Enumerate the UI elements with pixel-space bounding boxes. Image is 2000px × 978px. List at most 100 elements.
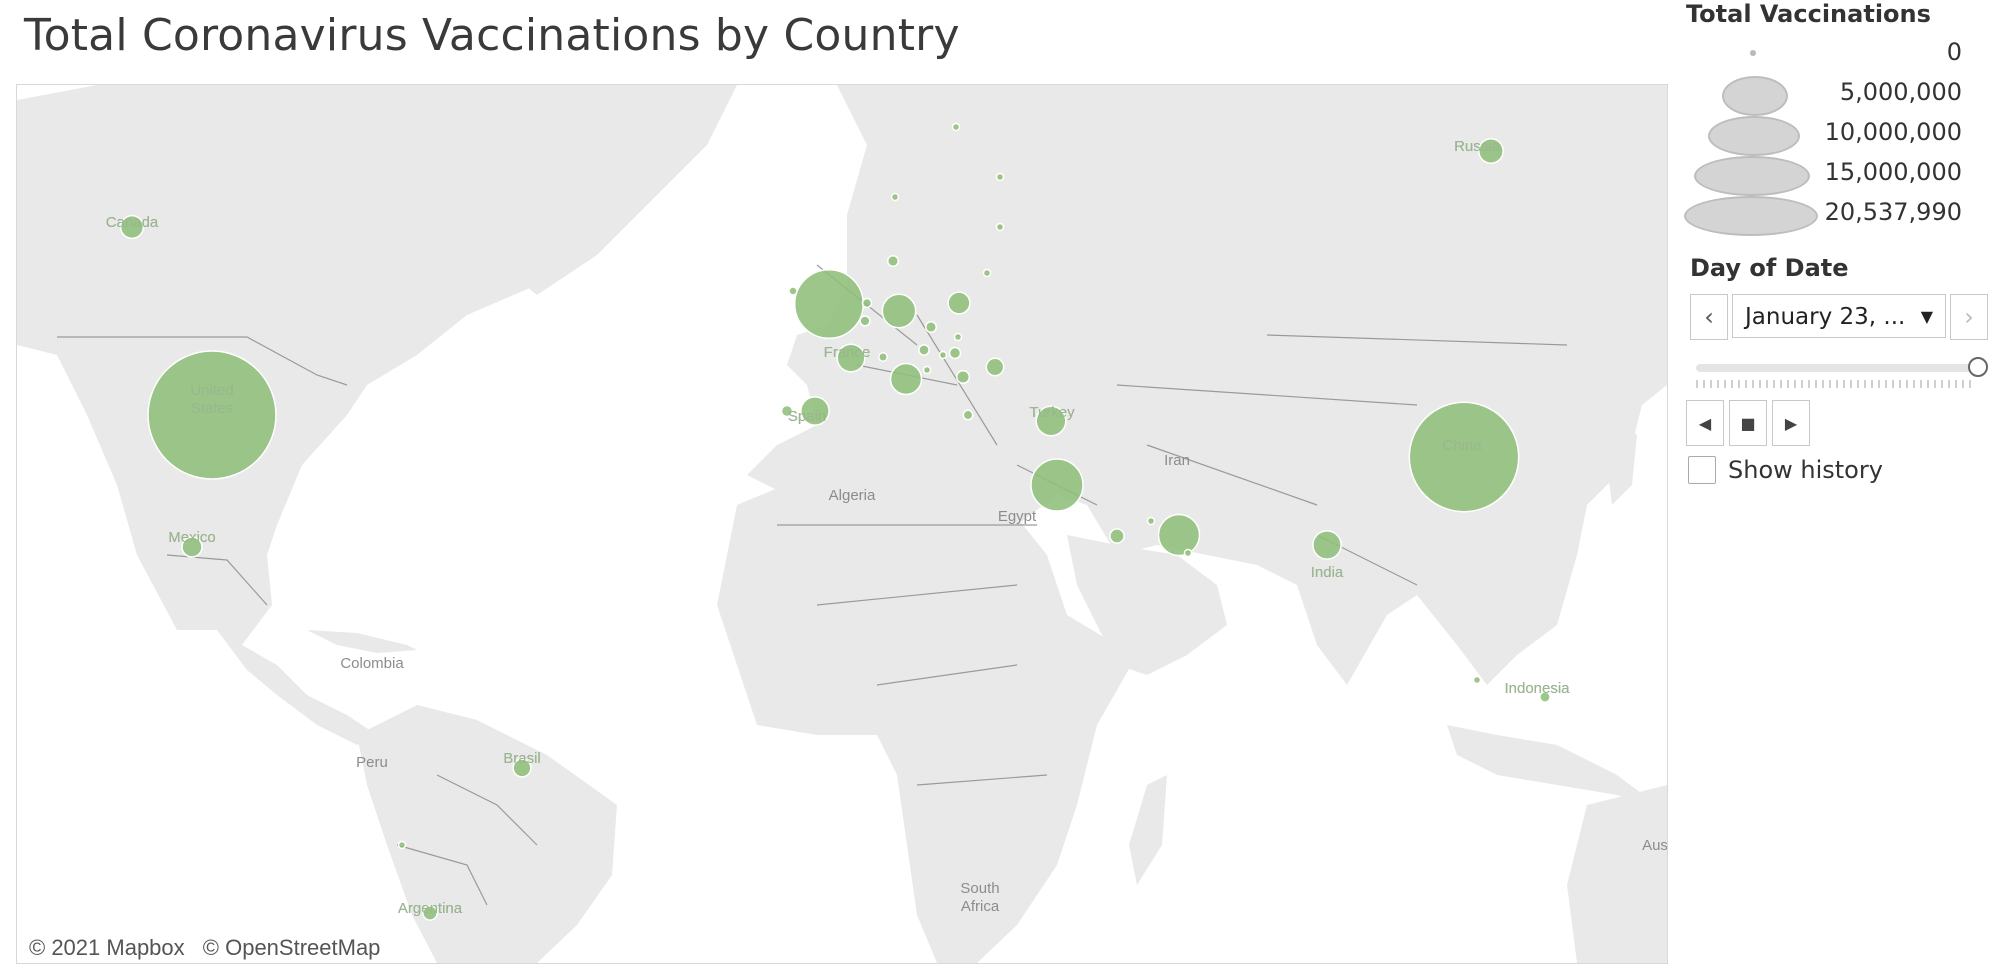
map-label-overlay-brasil: Brasil [503, 750, 541, 767]
bubble-austria[interactable] [918, 344, 930, 356]
bubble-germany[interactable] [881, 293, 917, 329]
bubble-united-arab-emirates[interactable] [1157, 513, 1201, 557]
bubble-romania[interactable] [985, 357, 1005, 377]
map-label-overlay-canada: Canada [106, 214, 159, 231]
world-map[interactable]: Canada UnitedStates Mexico Colombia Peru Bras… [17, 85, 1667, 963]
bubble-belgium[interactable] [859, 315, 871, 327]
bubble-israel[interactable] [1030, 458, 1084, 512]
show-history-label: Show history [1728, 456, 1883, 484]
bubble-greece[interactable] [962, 409, 974, 421]
play-backward-icon: ◀ [1698, 413, 1712, 433]
legend-label: 0 [1946, 38, 1962, 66]
bubble-lithuania[interactable] [982, 268, 992, 278]
map-label-peru: Peru [356, 754, 388, 771]
map-label-overlay-mexico: Mexico [168, 529, 216, 546]
bubble-denmark[interactable] [886, 254, 900, 268]
legend-item-3: 15,000,000 [1680, 154, 1980, 196]
legend-swatch [1684, 196, 1818, 236]
legend-swatch [1750, 50, 1756, 56]
bubble-saudi-arabia[interactable] [1109, 528, 1125, 544]
bubble-oman[interactable] [1183, 548, 1193, 558]
bubble-ireland[interactable] [788, 286, 798, 296]
bubble-hungary[interactable] [948, 346, 962, 360]
next-date-button[interactable]: › [1950, 294, 1988, 340]
playback-controls: ◀ ■ ▶ [1686, 400, 1815, 446]
map-label-overlay-indonesia: Indonesia [1504, 680, 1570, 697]
show-history-toggle[interactable]: Show history [1688, 456, 1883, 484]
map-label-overlay-argentina: Argentina [398, 900, 463, 917]
map-label-algeria: Algeria [829, 487, 876, 504]
legend-item-1: 5,000,000 [1680, 74, 1980, 116]
bubble-netherlands[interactable] [861, 297, 873, 309]
stop-button[interactable]: ■ [1729, 400, 1767, 446]
map-view[interactable]: Canada UnitedStates Mexico Colombia Peru Bras… [16, 84, 1668, 964]
bubble-slovakia[interactable] [953, 332, 963, 342]
play-backward-button[interactable]: ◀ [1686, 400, 1724, 446]
bubble-luxembourg[interactable] [995, 222, 1005, 232]
caret-down-icon: ▼ [1920, 307, 1933, 326]
bubble-sweden[interactable] [890, 192, 900, 202]
previous-date-button[interactable]: ‹ [1690, 294, 1728, 340]
legend-item-2: 10,000,000 [1680, 114, 1980, 156]
stop-icon: ■ [1740, 413, 1756, 433]
play-forward-icon: ▶ [1784, 413, 1798, 433]
map-attribution: © 2021 Mapbox © OpenStreetMap [25, 935, 397, 961]
landmass-madagascar [1129, 775, 1167, 885]
bubble-croatia[interactable] [922, 365, 932, 375]
date-slider-handle[interactable] [1968, 357, 1988, 377]
landmass-south-america [357, 705, 617, 963]
legend-item-4: 20,537,990 [1680, 194, 1980, 236]
map-label-iran: Iran [1164, 452, 1190, 469]
landmass-indonesia [1447, 725, 1657, 805]
filter-title: Day of Date [1690, 254, 1849, 282]
map-label-south: South [960, 880, 999, 897]
map-label-overlay-france: France [824, 344, 871, 361]
date-slider-ticks [1696, 380, 1976, 388]
map-label-aus: Aus [1642, 837, 1667, 854]
legend-label: 10,000,000 [1824, 118, 1962, 146]
map-label-colombia: Colombia [340, 655, 404, 672]
mapbox-attribution[interactable]: © 2021 Mapbox [29, 935, 185, 960]
bubble-poland[interactable] [947, 291, 971, 315]
date-filter-control: ‹ January 23, ... ▼ › [1690, 294, 1988, 342]
bubble-finland[interactable] [995, 172, 1005, 182]
map-label-overlay-china: China [1442, 437, 1482, 454]
map-label-egypt: Egypt [998, 508, 1037, 525]
legend-title: Total Vaccinations [1686, 0, 1931, 28]
legend-label: 15,000,000 [1824, 158, 1962, 186]
legend-swatch [1708, 116, 1800, 156]
bubble-china[interactable] [1408, 401, 1520, 513]
legend-swatch [1694, 156, 1810, 196]
play-forward-button[interactable]: ▶ [1772, 400, 1810, 446]
date-slider-track[interactable] [1696, 364, 1976, 372]
bubble-czechia[interactable] [924, 320, 938, 334]
map-label-overlay-india: India [1311, 564, 1344, 581]
bubble-norway[interactable] [951, 122, 961, 132]
landmass-australia [1567, 785, 1667, 963]
bubble-bahrain[interactable] [1146, 516, 1156, 526]
bubble-serbia[interactable] [955, 369, 971, 385]
osm-attribution[interactable]: © OpenStreetMap [203, 935, 381, 960]
chevron-right-icon: › [1964, 303, 1974, 331]
map-label-overlay-turkey: Turkey [1029, 404, 1075, 421]
map-label-united-overlay: United [190, 382, 233, 399]
bubble-india[interactable] [1312, 530, 1342, 560]
date-value: January 23, ... [1745, 304, 1906, 330]
side-panel: Total Vaccinations 0 5,000,000 10,000,00… [1680, 0, 1990, 978]
bubble-united-kingdom[interactable] [793, 268, 865, 340]
map-label-states-overlay: States [191, 400, 234, 417]
legend-item-0: 0 [1680, 34, 1980, 74]
show-history-checkbox[interactable] [1688, 456, 1716, 484]
page-title: Total Coronavirus Vaccinations by Countr… [24, 10, 960, 61]
land-layer [17, 85, 1667, 963]
bubble-switzerland[interactable] [878, 352, 888, 362]
bubble-slovenia[interactable] [938, 350, 948, 360]
date-dropdown[interactable]: January 23, ... ▼ [1732, 294, 1946, 338]
bubble-singapore[interactable] [1472, 675, 1482, 685]
legend-label: 20,537,990 [1824, 198, 1962, 226]
map-label-overlay-russia: Russia [1454, 138, 1501, 155]
map-label-africa: Africa [961, 898, 1000, 915]
bubble-chile[interactable] [397, 840, 407, 850]
bubble-italy[interactable] [889, 362, 923, 396]
map-label-overlay-spain: Spain [788, 408, 826, 425]
